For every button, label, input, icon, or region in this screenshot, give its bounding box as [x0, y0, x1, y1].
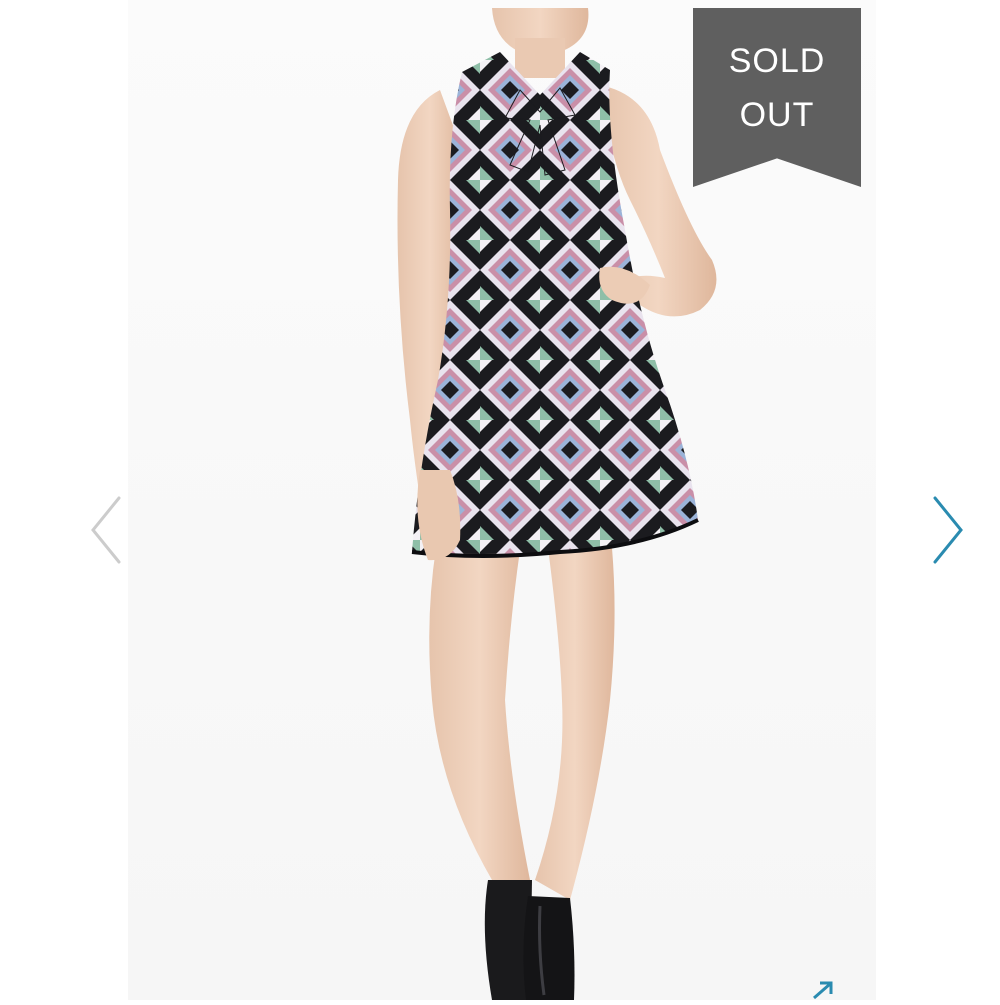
- product-gallery: SOLD OUT: [0, 0, 1000, 1000]
- sold-out-line1: SOLD: [728, 42, 826, 80]
- chevron-right-icon: [933, 496, 963, 564]
- expand-arrow-icon: [813, 981, 833, 1000]
- chevron-left-icon: [91, 496, 121, 564]
- expand-image-button[interactable]: [808, 978, 838, 1000]
- next-image-button[interactable]: [922, 490, 972, 570]
- sold-out-line2: OUT: [739, 96, 815, 134]
- previous-image-button[interactable]: [80, 490, 130, 570]
